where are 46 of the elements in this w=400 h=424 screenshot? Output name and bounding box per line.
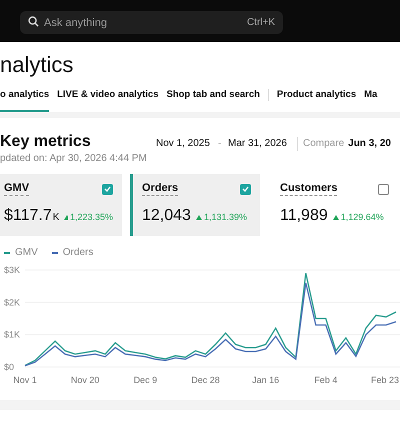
- metric-label: Customers: [280, 182, 338, 196]
- up-triangle-icon: [332, 215, 339, 220]
- x-axis-label: Jan 16: [252, 375, 280, 385]
- y-axis-label: $1K: [4, 330, 20, 340]
- y-axis-label: $0: [4, 362, 14, 372]
- tab[interactable]: Ma: [364, 88, 378, 112]
- metric-value: $117.7: [4, 206, 52, 226]
- x-axis-label: Nov 20: [70, 375, 100, 385]
- updated-time: pdated on: Apr 30, 2026 4:44 PM: [0, 152, 148, 166]
- tab[interactable]: LIVE & video analytics: [57, 88, 158, 112]
- change-percent: 1,223.35%: [70, 211, 113, 224]
- up-triangle-icon: [64, 215, 68, 220]
- x-axis-label: Nov 1: [13, 375, 37, 385]
- end-date[interactable]: Mar 31, 2026: [228, 136, 292, 151]
- section-title: Key metrics: [0, 132, 92, 152]
- date-separator: -: [218, 137, 222, 151]
- x-axis-label: Feb 4: [314, 375, 338, 385]
- metric-card[interactable]: GMV $117.7 K 1,223.35%: [0, 174, 122, 236]
- legend-label: Orders: [62, 246, 94, 260]
- change-percent: 1,131.39%: [204, 211, 247, 224]
- x-axis-label: Feb 23: [370, 375, 399, 385]
- compare-date[interactable]: Jun 3, 20: [348, 136, 391, 151]
- metric-label: Orders: [142, 182, 178, 196]
- compare-label: Compare: [303, 137, 344, 151]
- metric-card[interactable]: Orders 12,043 1,131.39%: [130, 174, 260, 236]
- x-axis-label: Dec 28: [191, 375, 220, 385]
- legend-label: GMV: [15, 246, 38, 260]
- x-axis-label: Dec 9: [134, 375, 158, 385]
- tab[interactable]: Shop tab and search: [166, 88, 260, 112]
- y-axis-label: $2K: [4, 297, 20, 308]
- up-triangle-icon: [196, 215, 202, 220]
- metric-label: GMV: [4, 182, 30, 196]
- y-axis-label: $3K: [4, 265, 20, 275]
- checkbox[interactable]: [102, 184, 113, 194]
- checkbox[interactable]: [240, 184, 251, 194]
- search-icon: [28, 16, 39, 26]
- tab[interactable]: Product analytics: [276, 88, 356, 112]
- page-title: nalytics: [0, 50, 74, 79]
- change-percent: 1,129.64%: [340, 211, 384, 224]
- tab[interactable]: o analytics: [0, 88, 50, 112]
- shortcut-hint: Ctrl+K: [246, 16, 275, 30]
- metric-unit: K: [52, 211, 60, 225]
- metric-value: 12,043: [142, 206, 191, 226]
- metric-value: 11,989: [280, 206, 328, 226]
- checkbox[interactable]: [378, 184, 389, 194]
- start-date[interactable]: Nov 1, 2025: [156, 136, 218, 151]
